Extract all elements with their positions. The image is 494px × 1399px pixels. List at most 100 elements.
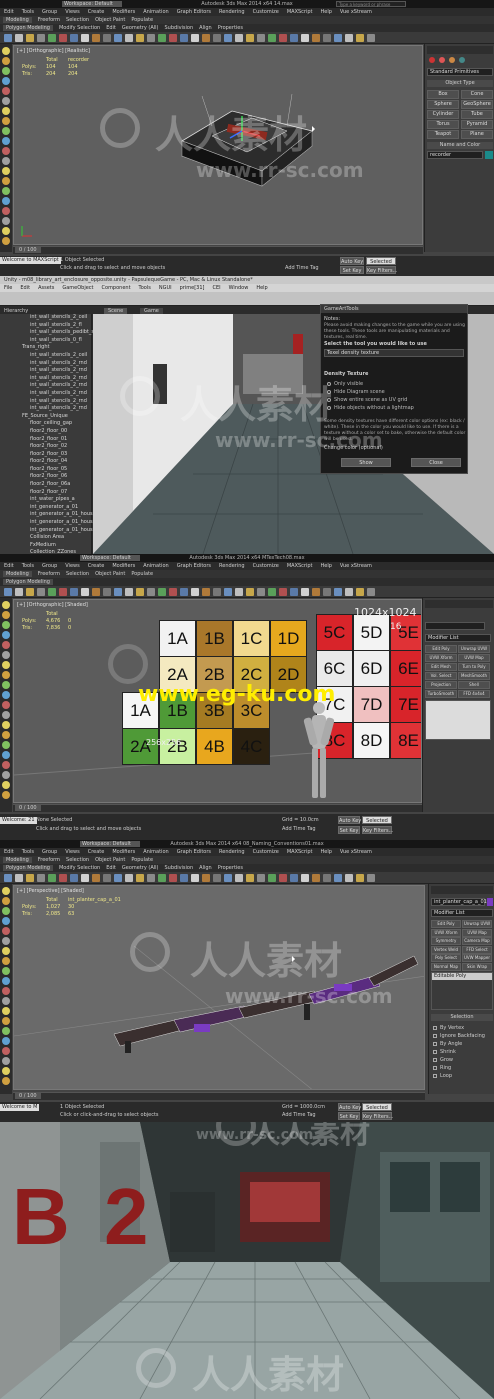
toolbar-icon[interactable]	[59, 588, 67, 596]
primitive-button[interactable]: Box	[427, 90, 459, 99]
modifier-stack[interactable]: Editable Poly	[431, 972, 493, 1010]
toolbar-icon[interactable]	[301, 874, 309, 882]
viewport-tool-icon[interactable]	[2, 1047, 10, 1055]
viewport-tool-icon[interactable]	[2, 957, 10, 965]
toolbar-icon[interactable]	[345, 588, 353, 596]
selected-dropdown[interactable]: Selected	[362, 1103, 392, 1111]
checkbox[interactable]	[433, 1073, 437, 1078]
hierarchy-item[interactable]: int_generator_a_01	[0, 504, 91, 512]
viewport-tool-icon[interactable]	[2, 927, 10, 935]
ribbon-tab[interactable]: Populate	[131, 571, 153, 577]
viewport-tool-icon[interactable]	[2, 97, 10, 105]
toolbar-icon[interactable]	[81, 588, 89, 596]
toolbar-icon[interactable]	[103, 34, 111, 42]
ribbon-tab[interactable]: Selection	[66, 571, 89, 577]
viewport-tool-icon[interactable]	[2, 1017, 10, 1025]
toolbar-icon[interactable]	[4, 588, 12, 596]
tool-select-dropdown[interactable]: Texel density texture	[324, 349, 464, 357]
name-color-rollout[interactable]: Name and Color	[427, 142, 493, 149]
viewport-label[interactable]: [+] [Orthographic] [Realistic]	[17, 48, 90, 54]
menu-item[interactable]: Animation	[143, 9, 169, 15]
ribbon-tab[interactable]: Edit	[106, 25, 116, 31]
ribbon-tab[interactable]: Modeling	[3, 857, 32, 863]
toolbar-icon[interactable]	[268, 874, 276, 882]
toolbar-icon[interactable]	[268, 34, 276, 42]
hierarchy-item[interactable]: floor2_floor_06a	[0, 481, 91, 489]
menu-item[interactable]: Assets	[38, 285, 54, 291]
toolbar-icon[interactable]	[158, 588, 166, 596]
workspace-dropdown[interactable]: Workspace: Default	[80, 841, 140, 847]
menu-item[interactable]: NGUI	[159, 285, 172, 291]
hierarchy-item[interactable]: Trans_right	[0, 344, 91, 352]
hierarchy-item[interactable]: int_generator_a_01_housing	[0, 519, 100, 527]
set-key-button[interactable]: Set Key	[340, 266, 364, 274]
menu-item[interactable]: Graph Editors	[177, 849, 211, 855]
menu-item[interactable]: Group	[42, 849, 57, 855]
toolbar-icon[interactable]	[334, 34, 342, 42]
menu-item[interactable]: prime[31]	[180, 285, 205, 291]
checkbox[interactable]	[433, 1033, 437, 1038]
set-key-button[interactable]: Set Key	[338, 1112, 360, 1120]
hierarchy-item[interactable]: int_wall_stencils_2_rnd	[0, 360, 91, 368]
viewport-tool-icon[interactable]	[2, 77, 10, 85]
toolbar-icon[interactable]	[257, 34, 265, 42]
auto-key-button[interactable]: Auto Key	[338, 816, 361, 824]
toolbar-icon[interactable]	[4, 34, 12, 42]
viewport-tool-icon[interactable]	[2, 781, 10, 789]
object-color-swatch[interactable]	[485, 151, 493, 159]
toolbar-icon[interactable]	[202, 34, 210, 42]
toolbar-icon[interactable]	[312, 874, 320, 882]
toolbar-icon[interactable]	[235, 34, 243, 42]
toolbar-icon[interactable]	[279, 874, 287, 882]
toolbar-icon[interactable]	[15, 874, 23, 882]
viewport-tool-icon[interactable]	[2, 731, 10, 739]
viewport-tool-icon[interactable]	[2, 47, 10, 55]
modifier-button[interactable]: Edit Poly	[431, 920, 461, 928]
density-option[interactable]: Only visible	[327, 381, 363, 387]
toolbar-icon[interactable]	[114, 874, 122, 882]
toolbar-icon[interactable]	[4, 874, 12, 882]
toolbar-icon[interactable]	[290, 874, 298, 882]
toolbar-icon[interactable]	[235, 588, 243, 596]
viewport-tool-icon[interactable]	[2, 1067, 10, 1075]
hierarchy-item[interactable]: int_water_pipes_a	[0, 496, 91, 504]
primitive-button[interactable]: Tube	[461, 110, 493, 119]
ribbon-tab[interactable]: Properties	[218, 25, 243, 31]
density-option[interactable]: Hide objects without a lightmap	[327, 405, 414, 411]
ribbon-tab[interactable]: Populate	[131, 857, 153, 863]
add-time-tag[interactable]: Add Time Tag	[282, 1112, 316, 1119]
toolbar-icon[interactable]	[37, 588, 45, 596]
menu-item[interactable]: Customize	[253, 9, 279, 15]
modifier-button[interactable]: UVW Mapper	[462, 954, 492, 962]
toolbar-icon[interactable]	[37, 874, 45, 882]
primitive-button[interactable]: Cone	[461, 90, 493, 99]
toolbar-icon[interactable]	[224, 588, 232, 596]
modifier-button[interactable]: Shell	[458, 681, 490, 689]
primitive-button[interactable]: Teapot	[427, 130, 459, 139]
checkbox[interactable]	[433, 1049, 437, 1054]
light-icon[interactable]	[449, 57, 455, 63]
ribbon-tab[interactable]: Modeling	[3, 17, 32, 23]
selection-option[interactable]: Ignore Backfacing	[433, 1033, 485, 1039]
hierarchy-item[interactable]: Collision Area	[0, 534, 91, 542]
toolbar-icon[interactable]	[334, 588, 342, 596]
density-option[interactable]: Show entire scene as UV grid	[327, 397, 407, 403]
menu-item[interactable]: Modifiers	[112, 9, 135, 15]
toolbar-icon[interactable]	[147, 874, 155, 882]
viewport-tool-icon[interactable]	[2, 207, 10, 215]
maxscript-listener[interactable]: Welcome to MAXScript	[0, 257, 61, 264]
toolbar-icon[interactable]	[48, 588, 56, 596]
auto-key-button[interactable]: Auto Key	[340, 257, 364, 265]
selection-option[interactable]: Ring	[433, 1065, 451, 1071]
add-time-tag[interactable]: Add Time Tag	[285, 265, 319, 272]
menu-item[interactable]: Tools	[22, 563, 34, 569]
toolbar-icon[interactable]	[191, 34, 199, 42]
menu-item[interactable]: MAXScript	[287, 9, 313, 15]
modifier-button[interactable]: Vol. Select	[425, 672, 457, 680]
toolbar-icon[interactable]	[191, 874, 199, 882]
planter-model[interactable]	[14, 886, 425, 1090]
modifier-button[interactable]: UVW Xform	[431, 928, 461, 937]
modifier-button[interactable]: Unwrap UVW	[458, 645, 490, 653]
object-name-field[interactable]: int_planter_cap_a_01	[431, 898, 487, 906]
toolbar-icon[interactable]	[290, 588, 298, 596]
